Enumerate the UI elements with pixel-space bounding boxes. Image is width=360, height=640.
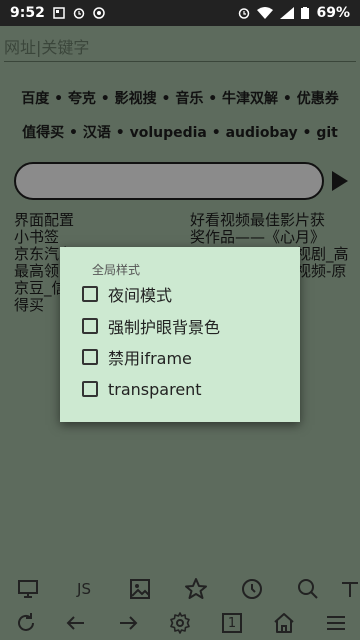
refresh-icon[interactable] bbox=[12, 610, 40, 636]
signal-icon bbox=[280, 7, 295, 19]
desktop-icon[interactable] bbox=[14, 576, 42, 602]
back-icon[interactable] bbox=[62, 610, 90, 636]
quick-link-baidu[interactable]: 百度 bbox=[21, 91, 49, 107]
search-row bbox=[14, 162, 354, 202]
checkbox[interactable] bbox=[82, 286, 98, 302]
option-label: 禁用iframe bbox=[108, 349, 192, 368]
image-icon[interactable] bbox=[126, 576, 154, 602]
history-icon[interactable] bbox=[238, 576, 266, 602]
star-icon[interactable] bbox=[182, 576, 210, 602]
tabs-icon[interactable]: 1 bbox=[218, 610, 246, 636]
quick-link-volupedia[interactable]: volupedia bbox=[130, 125, 207, 141]
status-bar: 9:52 69% bbox=[0, 0, 360, 26]
checkbox[interactable] bbox=[82, 349, 98, 365]
go-arrow-icon[interactable] bbox=[330, 170, 350, 192]
battery-percent: 69% bbox=[316, 5, 350, 21]
checkbox[interactable] bbox=[82, 381, 98, 397]
global-style-dialog: 全局样式 夜间模式 强制护眼背景色 禁用iframe transparent bbox=[60, 247, 300, 422]
notification-icon bbox=[53, 7, 65, 19]
text-size-icon[interactable] bbox=[340, 576, 360, 602]
quick-link-oxford[interactable]: 牛津双解 bbox=[222, 91, 278, 107]
menu-icon[interactable] bbox=[322, 610, 350, 636]
quick-link-hanyu[interactable]: 汉语 bbox=[83, 125, 111, 141]
option-label: transparent bbox=[108, 379, 202, 399]
bookmark-item[interactable]: 好看视频最佳影片获 bbox=[190, 212, 350, 229]
search-box[interactable] bbox=[14, 162, 324, 200]
bookmark-item[interactable]: 小书签 bbox=[14, 229, 164, 246]
home-icon[interactable] bbox=[270, 610, 298, 636]
toolbar-bottom: 1 bbox=[0, 606, 360, 640]
option-eye-protection[interactable]: 强制护眼背景色 bbox=[82, 314, 220, 338]
quick-link-coupon[interactable]: 优惠券 bbox=[297, 91, 339, 107]
quick-links: 百度 • 夸克 • 影视搜 • 音乐 • 牛津双解 • 优惠券 值得买 • 汉语… bbox=[0, 82, 360, 150]
forward-icon[interactable] bbox=[114, 610, 142, 636]
bookmark-item[interactable]: 界面配置 bbox=[14, 212, 164, 229]
settings-icon[interactable] bbox=[166, 610, 194, 636]
record-icon bbox=[93, 7, 105, 19]
toolbar-top: JS bbox=[0, 572, 360, 606]
option-label: 强制护眼背景色 bbox=[108, 318, 221, 337]
checkbox[interactable] bbox=[82, 318, 98, 334]
js-icon[interactable]: JS bbox=[70, 576, 98, 602]
option-transparent[interactable]: transparent bbox=[82, 377, 202, 401]
option-disable-iframe[interactable]: 禁用iframe bbox=[82, 345, 192, 369]
battery-icon bbox=[301, 7, 310, 19]
quick-link-audiobay[interactable]: audiobay bbox=[226, 125, 298, 141]
quick-links-row-1: 百度 • 夸克 • 影视搜 • 音乐 • 牛津双解 • 优惠券 bbox=[21, 91, 339, 107]
quick-link-quark[interactable]: 夸克 bbox=[68, 91, 96, 107]
quick-link-music[interactable]: 音乐 bbox=[175, 91, 203, 107]
alarm-icon bbox=[73, 8, 85, 19]
option-night-mode[interactable]: 夜间模式 bbox=[82, 282, 172, 306]
quick-links-row-2: 值得买 • 汉语 • volupedia • audiobay • git bbox=[22, 125, 338, 141]
quick-link-yingshisou[interactable]: 影视搜 bbox=[115, 91, 157, 107]
option-label: 夜间模式 bbox=[108, 286, 173, 305]
wifi-icon bbox=[257, 7, 274, 19]
quick-link-git[interactable]: git bbox=[316, 125, 338, 141]
quick-link-zhidemai[interactable]: 值得买 bbox=[22, 125, 64, 141]
tab-count: 1 bbox=[227, 615, 237, 631]
url-input[interactable] bbox=[4, 34, 356, 62]
dialog-title: 全局样式 bbox=[92, 263, 141, 277]
bookmark-item[interactable]: 奖作品——《心月》 bbox=[190, 229, 350, 246]
alarm-icon bbox=[239, 8, 250, 19]
search-icon[interactable] bbox=[294, 576, 322, 602]
status-time: 9:52 bbox=[10, 5, 45, 21]
